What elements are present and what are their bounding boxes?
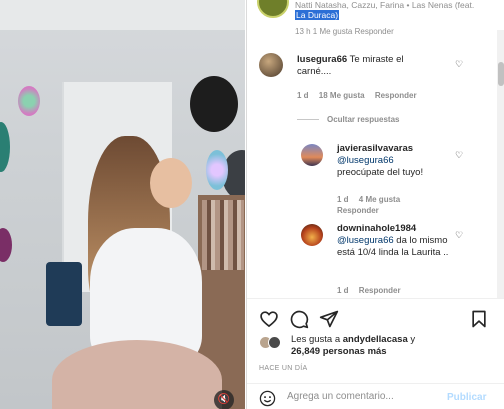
post-side-panel: Natti Natasha, Cazzu, Farina • Las Nenas…	[246, 0, 504, 409]
replies-divider	[297, 119, 319, 120]
comment-bubble-icon[interactable]	[289, 309, 309, 329]
wall-decoration	[18, 86, 40, 116]
heart-icon[interactable]: ♡	[455, 59, 463, 70]
reply-likes[interactable]: 4 Me gusta	[359, 195, 400, 204]
reply-avatar[interactable]	[301, 144, 323, 166]
post-actions: Les gusta a andydellacasa y 26,849 perso…	[247, 298, 504, 409]
video-shelf-items	[202, 200, 244, 270]
likes-summary: Les gusta a andydellacasa y 26,849 perso…	[291, 334, 416, 357]
likes-count[interactable]: 26,849 personas más	[291, 346, 387, 357]
post-comment-button[interactable]: Publicar	[447, 392, 486, 403]
comment-reply-link[interactable]: Responder	[375, 91, 417, 100]
hide-replies-link[interactable]: Ocultar respuestas	[327, 115, 399, 124]
comment-avatar[interactable]	[259, 53, 283, 77]
previous-comment-meta: 13 h 1 Me gusta Responder	[295, 27, 394, 36]
reply-username[interactable]: javierasilvavaras	[337, 143, 413, 154]
emoji-smile-icon[interactable]	[259, 390, 276, 407]
reply-username[interactable]: downinahole1984	[337, 223, 416, 234]
heart-icon[interactable]: ♡	[455, 150, 463, 161]
reply-reply-link[interactable]: Responder	[337, 206, 379, 215]
reply-reply-link[interactable]: Responder	[359, 286, 401, 295]
audio-title-highlight[interactable]: La Duraca)	[295, 10, 340, 20]
speaker-muted-icon: 🔇	[217, 394, 231, 405]
comment-input[interactable]	[287, 391, 452, 402]
reply-meta: 1 d 4 Me gusta Responder	[337, 194, 447, 216]
liker-avatar	[268, 336, 281, 349]
reply-text: preocúpate del tuyo!	[337, 167, 424, 178]
author-avatar[interactable]	[257, 0, 289, 18]
add-comment-bar: Publicar	[247, 383, 504, 409]
liker-username[interactable]: andydellacasa	[343, 334, 408, 345]
video-ceiling	[0, 0, 245, 30]
comment-likes[interactable]: 18 Me gusta	[319, 91, 365, 100]
like-heart-icon[interactable]	[259, 309, 279, 329]
reply-mention[interactable]: @lusegura66	[337, 235, 394, 246]
scrollbar-thumb[interactable]	[498, 62, 504, 86]
video-bag	[46, 262, 82, 326]
reply-meta: 1 d Responder	[337, 286, 409, 295]
video-hat	[190, 76, 238, 132]
reply-time[interactable]: 1 d	[337, 195, 349, 204]
video-person-face	[150, 158, 192, 208]
reply-mention[interactable]: @lusegura66	[337, 155, 394, 166]
comment-meta: 1 d 18 Me gusta Responder	[297, 91, 425, 100]
audio-title[interactable]: Natti Natasha, Cazzu, Farina • Las Nenas…	[295, 0, 492, 10]
reply-avatar[interactable]	[301, 224, 323, 246]
post-header: Natti Natasha, Cazzu, Farina • Las Nenas…	[247, 0, 492, 30]
comment-username[interactable]: lusegura66	[297, 54, 347, 65]
save-bookmark-icon[interactable]	[469, 309, 489, 329]
reply-time[interactable]: 1 d	[337, 286, 349, 295]
mute-button[interactable]: 🔇	[214, 390, 234, 409]
share-paper-plane-icon[interactable]	[319, 309, 339, 329]
heart-icon[interactable]: ♡	[455, 230, 463, 241]
wall-decoration	[206, 150, 228, 190]
comment-time[interactable]: 1 d	[297, 91, 309, 100]
post-video[interactable]: 🔇	[0, 0, 245, 409]
post-timestamp[interactable]: HACE UN DÍA	[259, 365, 307, 372]
